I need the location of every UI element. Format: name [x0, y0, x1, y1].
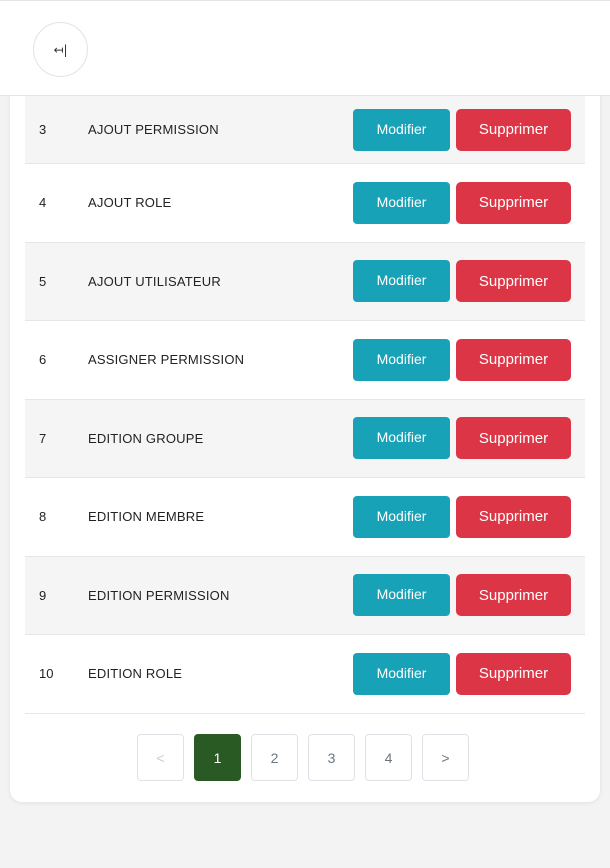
top-bar: ↤|	[0, 0, 610, 96]
delete-button[interactable]: Supprimer	[456, 181, 571, 224]
row-name: EDITION PERMISSION	[88, 587, 230, 603]
row-id: 8	[39, 509, 47, 525]
table-row: 9 EDITION PERMISSION Modifier Supprimer	[25, 556, 585, 635]
row-id: 5	[39, 273, 47, 289]
delete-button[interactable]: Supprimer	[456, 338, 571, 381]
edit-button[interactable]: Modifier	[353, 652, 450, 695]
table-row: 7 EDITION GROUPE Modifier Supprimer	[25, 399, 585, 478]
row-name: AJOUT UTILISATEUR	[88, 273, 221, 289]
page-2-button[interactable]: 2	[251, 734, 298, 781]
row-id: 4	[39, 195, 47, 211]
edit-button[interactable]: Modifier	[353, 495, 450, 538]
table-row: 5 AJOUT UTILISATEUR Modifier Supprimer	[25, 242, 585, 321]
delete-button[interactable]: Supprimer	[456, 260, 571, 303]
row-name: EDITION GROUPE	[88, 430, 204, 446]
row-id: 7	[39, 430, 47, 446]
permissions-table: 3 AJOUT PERMISSION Modifier Supprimer 4 …	[25, 96, 585, 714]
prev-page-button[interactable]: <	[137, 734, 184, 781]
delete-button[interactable]: Supprimer	[456, 417, 571, 460]
edit-button[interactable]: Modifier	[353, 108, 450, 151]
table-row: 4 AJOUT ROLE Modifier Supprimer	[25, 164, 585, 243]
edit-button[interactable]: Modifier	[353, 338, 450, 381]
table-row: 6 ASSIGNER PERMISSION Modifier Supprimer	[25, 321, 585, 400]
row-id: 10	[39, 666, 54, 682]
row-name: ASSIGNER PERMISSION	[88, 352, 245, 368]
collapse-icon: ↤|	[53, 42, 68, 57]
row-id: 3	[39, 122, 47, 137]
delete-button[interactable]: Supprimer	[456, 495, 571, 538]
edit-button[interactable]: Modifier	[353, 574, 450, 617]
table-row: 10 EDITION ROLE Modifier Supprimer	[25, 635, 585, 714]
row-name: AJOUT PERMISSION	[88, 122, 219, 137]
page-3-button[interactable]: 3	[308, 734, 355, 781]
row-id: 6	[39, 352, 47, 368]
table-row: 3 AJOUT PERMISSION Modifier Supprimer	[25, 96, 585, 164]
sidebar-collapse-button[interactable]: ↤|	[33, 22, 88, 77]
delete-button[interactable]: Supprimer	[456, 652, 571, 695]
row-name: EDITION ROLE	[88, 666, 183, 682]
edit-button[interactable]: Modifier	[353, 260, 450, 303]
delete-button[interactable]: Supprimer	[456, 574, 571, 617]
row-name: AJOUT ROLE	[88, 195, 172, 211]
page-4-button[interactable]: 4	[365, 734, 412, 781]
page-1-button[interactable]: 1	[194, 734, 241, 781]
table-row: 8 EDITION MEMBRE Modifier Supprimer	[25, 478, 585, 557]
pagination: < 1 2 3 4 >	[137, 734, 469, 781]
edit-button[interactable]: Modifier	[353, 417, 450, 460]
row-name: EDITION MEMBRE	[88, 509, 205, 525]
edit-button[interactable]: Modifier	[353, 181, 450, 224]
row-id: 9	[39, 587, 47, 603]
delete-button[interactable]: Supprimer	[456, 108, 571, 151]
next-page-button[interactable]: >	[422, 734, 469, 781]
